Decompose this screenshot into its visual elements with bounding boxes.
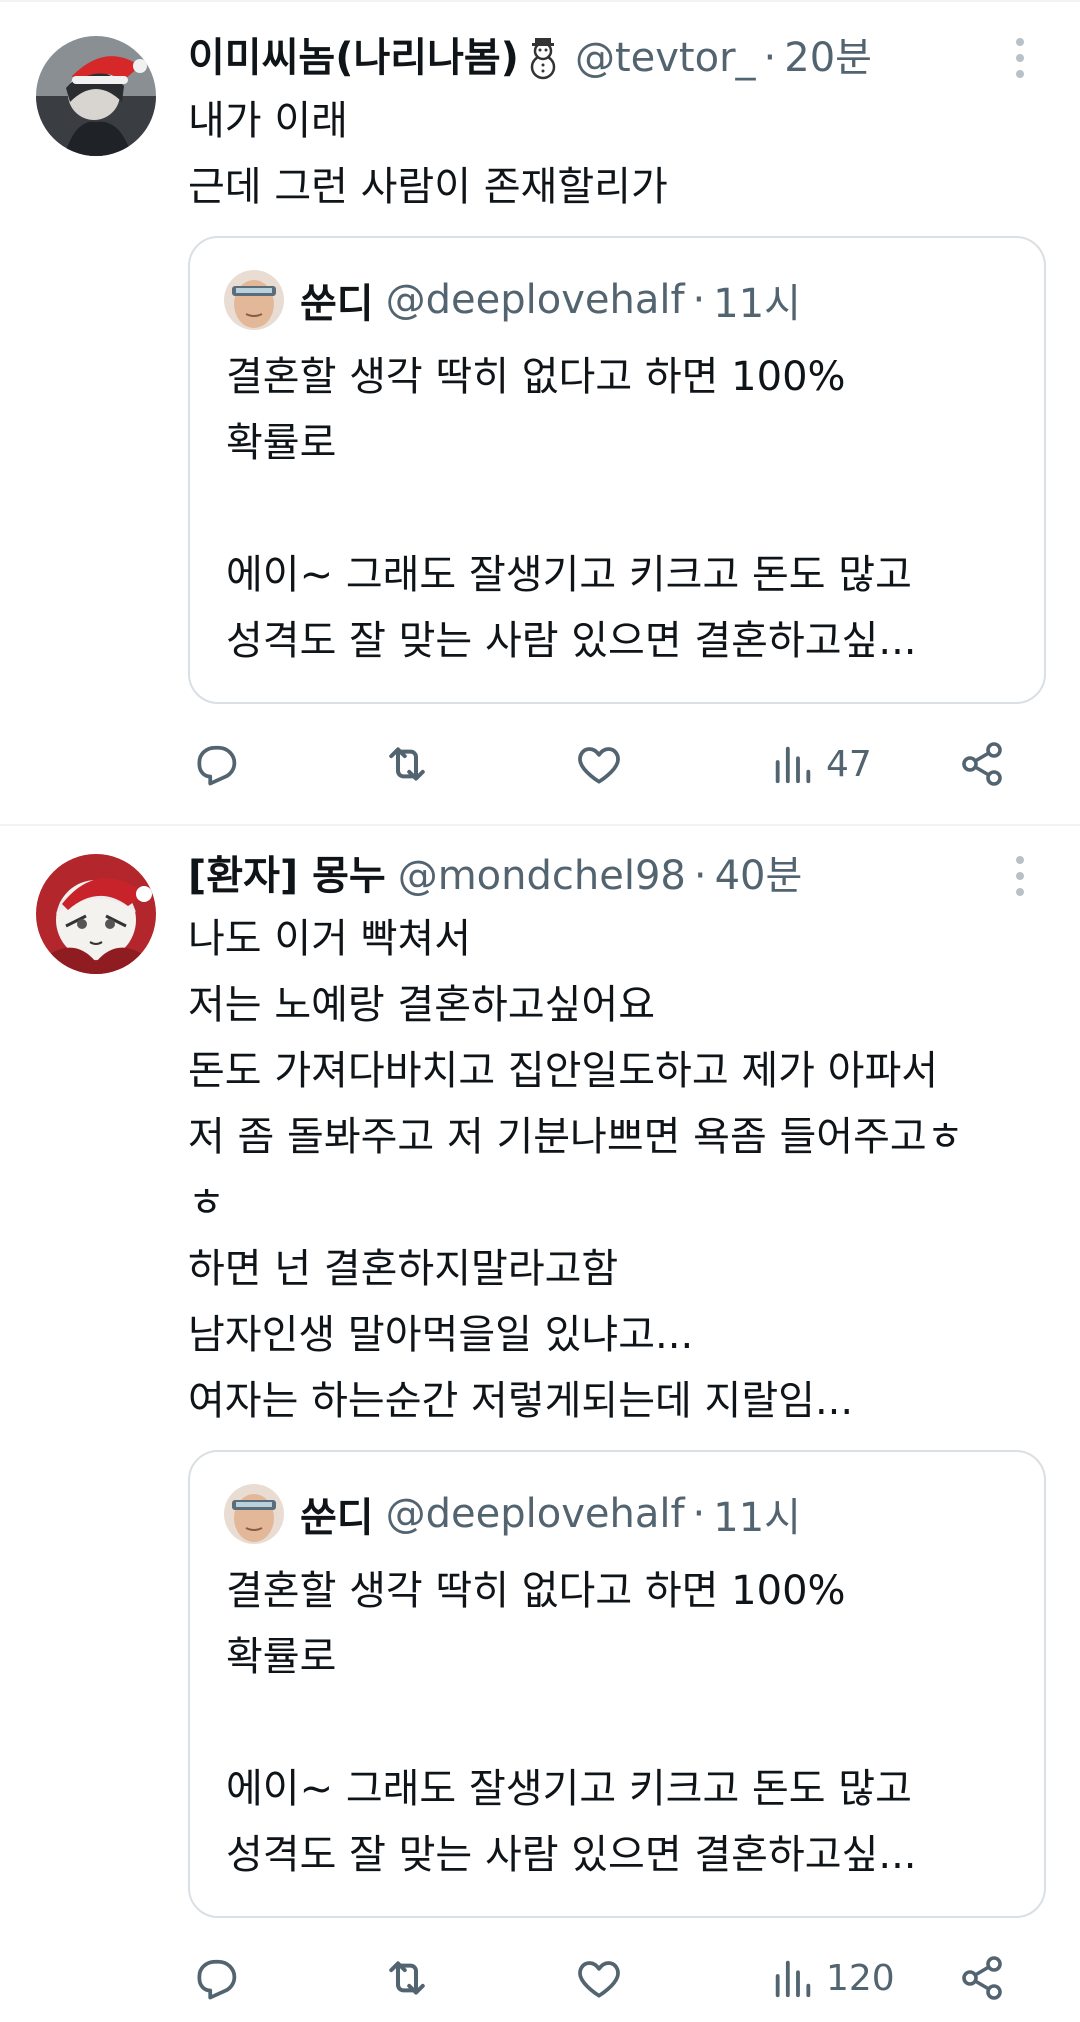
tweet-actions: 120 (0, 1948, 1080, 2008)
quote-author-name: 쑨디 (300, 1495, 374, 1541)
tweet-text: 나도 이거 빡쳐서 저는 노예랑 결혼하고싶어요 돈도 가져다바치고 집안일도하… (188, 916, 964, 1424)
views-button[interactable]: 47 (770, 734, 872, 794)
author-handle[interactable]: @tevtor_ (575, 30, 756, 86)
quote-header: 쑨디 @deeplovehalf · 11시 (224, 1484, 1024, 1544)
quote-text: 결혼할 생각 딱히 없다고 하면 100% 확률로 에이~ 그래도 잘생기고 키… (226, 1568, 917, 1878)
quote-author-handle: @deeplovehalf (385, 277, 685, 323)
tweet-text: 내가 이래 근데 그런 사람이 존재할리가 (188, 98, 668, 210)
tweet-time[interactable]: 40분 (715, 848, 803, 904)
like-icon (578, 1961, 620, 1998)
share-button[interactable] (958, 1948, 1016, 2008)
tweet[interactable]: [환자] 몽누 @mondchel98 · 40분 나도 이거 빡쳐서 저는 노… (0, 826, 1080, 2022)
quote-author-name: 쑨디 (300, 281, 374, 327)
quote-time: 11시 (713, 1495, 801, 1541)
timeline: 이미씨놈(나리나봄) @tevtor_ · 20분 내가 이래 근데 그런 사람… (0, 0, 1080, 2022)
separator-dot: · (692, 277, 706, 323)
retweet-icon (389, 1961, 425, 1995)
quoted-tweet[interactable]: 쑨디 @deeplovehalf · 11시 결혼할 생각 딱히 없다고 하면 … (188, 1450, 1046, 1918)
separator-dot: · (692, 1491, 706, 1537)
tweet[interactable]: 이미씨놈(나리나봄) @tevtor_ · 20분 내가 이래 근데 그런 사람… (0, 0, 1080, 826)
like-icon (578, 747, 620, 784)
reply-button[interactable] (190, 734, 250, 794)
separator-dot: · (693, 853, 707, 899)
like-button[interactable] (574, 734, 634, 794)
share-icon (962, 1956, 1002, 2000)
views-button[interactable]: 120 (770, 1948, 895, 2008)
separator-dot: · (763, 35, 777, 81)
views-icon (775, 1960, 811, 1998)
author-avatar[interactable] (36, 36, 156, 156)
tweet-header: [환자] 몽누 @mondchel98 · 40분 (188, 848, 980, 904)
more-icon[interactable] (1000, 848, 1040, 904)
quote-avatar (224, 270, 284, 330)
quote-text: 결혼할 생각 딱히 없다고 하면 100% 확률로 에이~ 그래도 잘생기고 키… (226, 354, 917, 664)
tweet-header: 이미씨놈(나리나봄) @tevtor_ · 20분 (188, 30, 980, 86)
author-name[interactable]: 이미씨놈(나리나봄) (188, 30, 519, 86)
author-handle[interactable]: @mondchel98 (398, 848, 686, 904)
views-icon (775, 746, 811, 784)
retweet-icon (389, 747, 425, 781)
views-count: 47 (826, 743, 872, 785)
author-avatar[interactable] (36, 854, 156, 974)
reply-button[interactable] (190, 1948, 250, 2008)
share-button[interactable] (958, 734, 1016, 794)
share-icon (962, 742, 1002, 786)
like-button[interactable] (574, 1948, 634, 2008)
quote-time: 11시 (713, 281, 801, 327)
quote-avatar (224, 1484, 284, 1544)
retweet-button[interactable] (380, 1948, 444, 2008)
tweet-time[interactable]: 20분 (784, 30, 872, 86)
quote-header: 쑨디 @deeplovehalf · 11시 (224, 270, 1024, 330)
tweet-actions: 47 (0, 734, 1080, 794)
snowman-icon (523, 36, 563, 80)
author-name[interactable]: [환자] 몽누 (188, 848, 386, 904)
views-count: 120 (826, 1957, 895, 1999)
more-icon[interactable] (1000, 30, 1040, 86)
quote-author-handle: @deeplovehalf (385, 1491, 685, 1537)
quoted-tweet[interactable]: 쑨디 @deeplovehalf · 11시 결혼할 생각 딱히 없다고 하면 … (188, 236, 1046, 704)
reply-icon (197, 1959, 237, 2000)
reply-icon (197, 745, 237, 786)
retweet-button[interactable] (380, 734, 444, 794)
